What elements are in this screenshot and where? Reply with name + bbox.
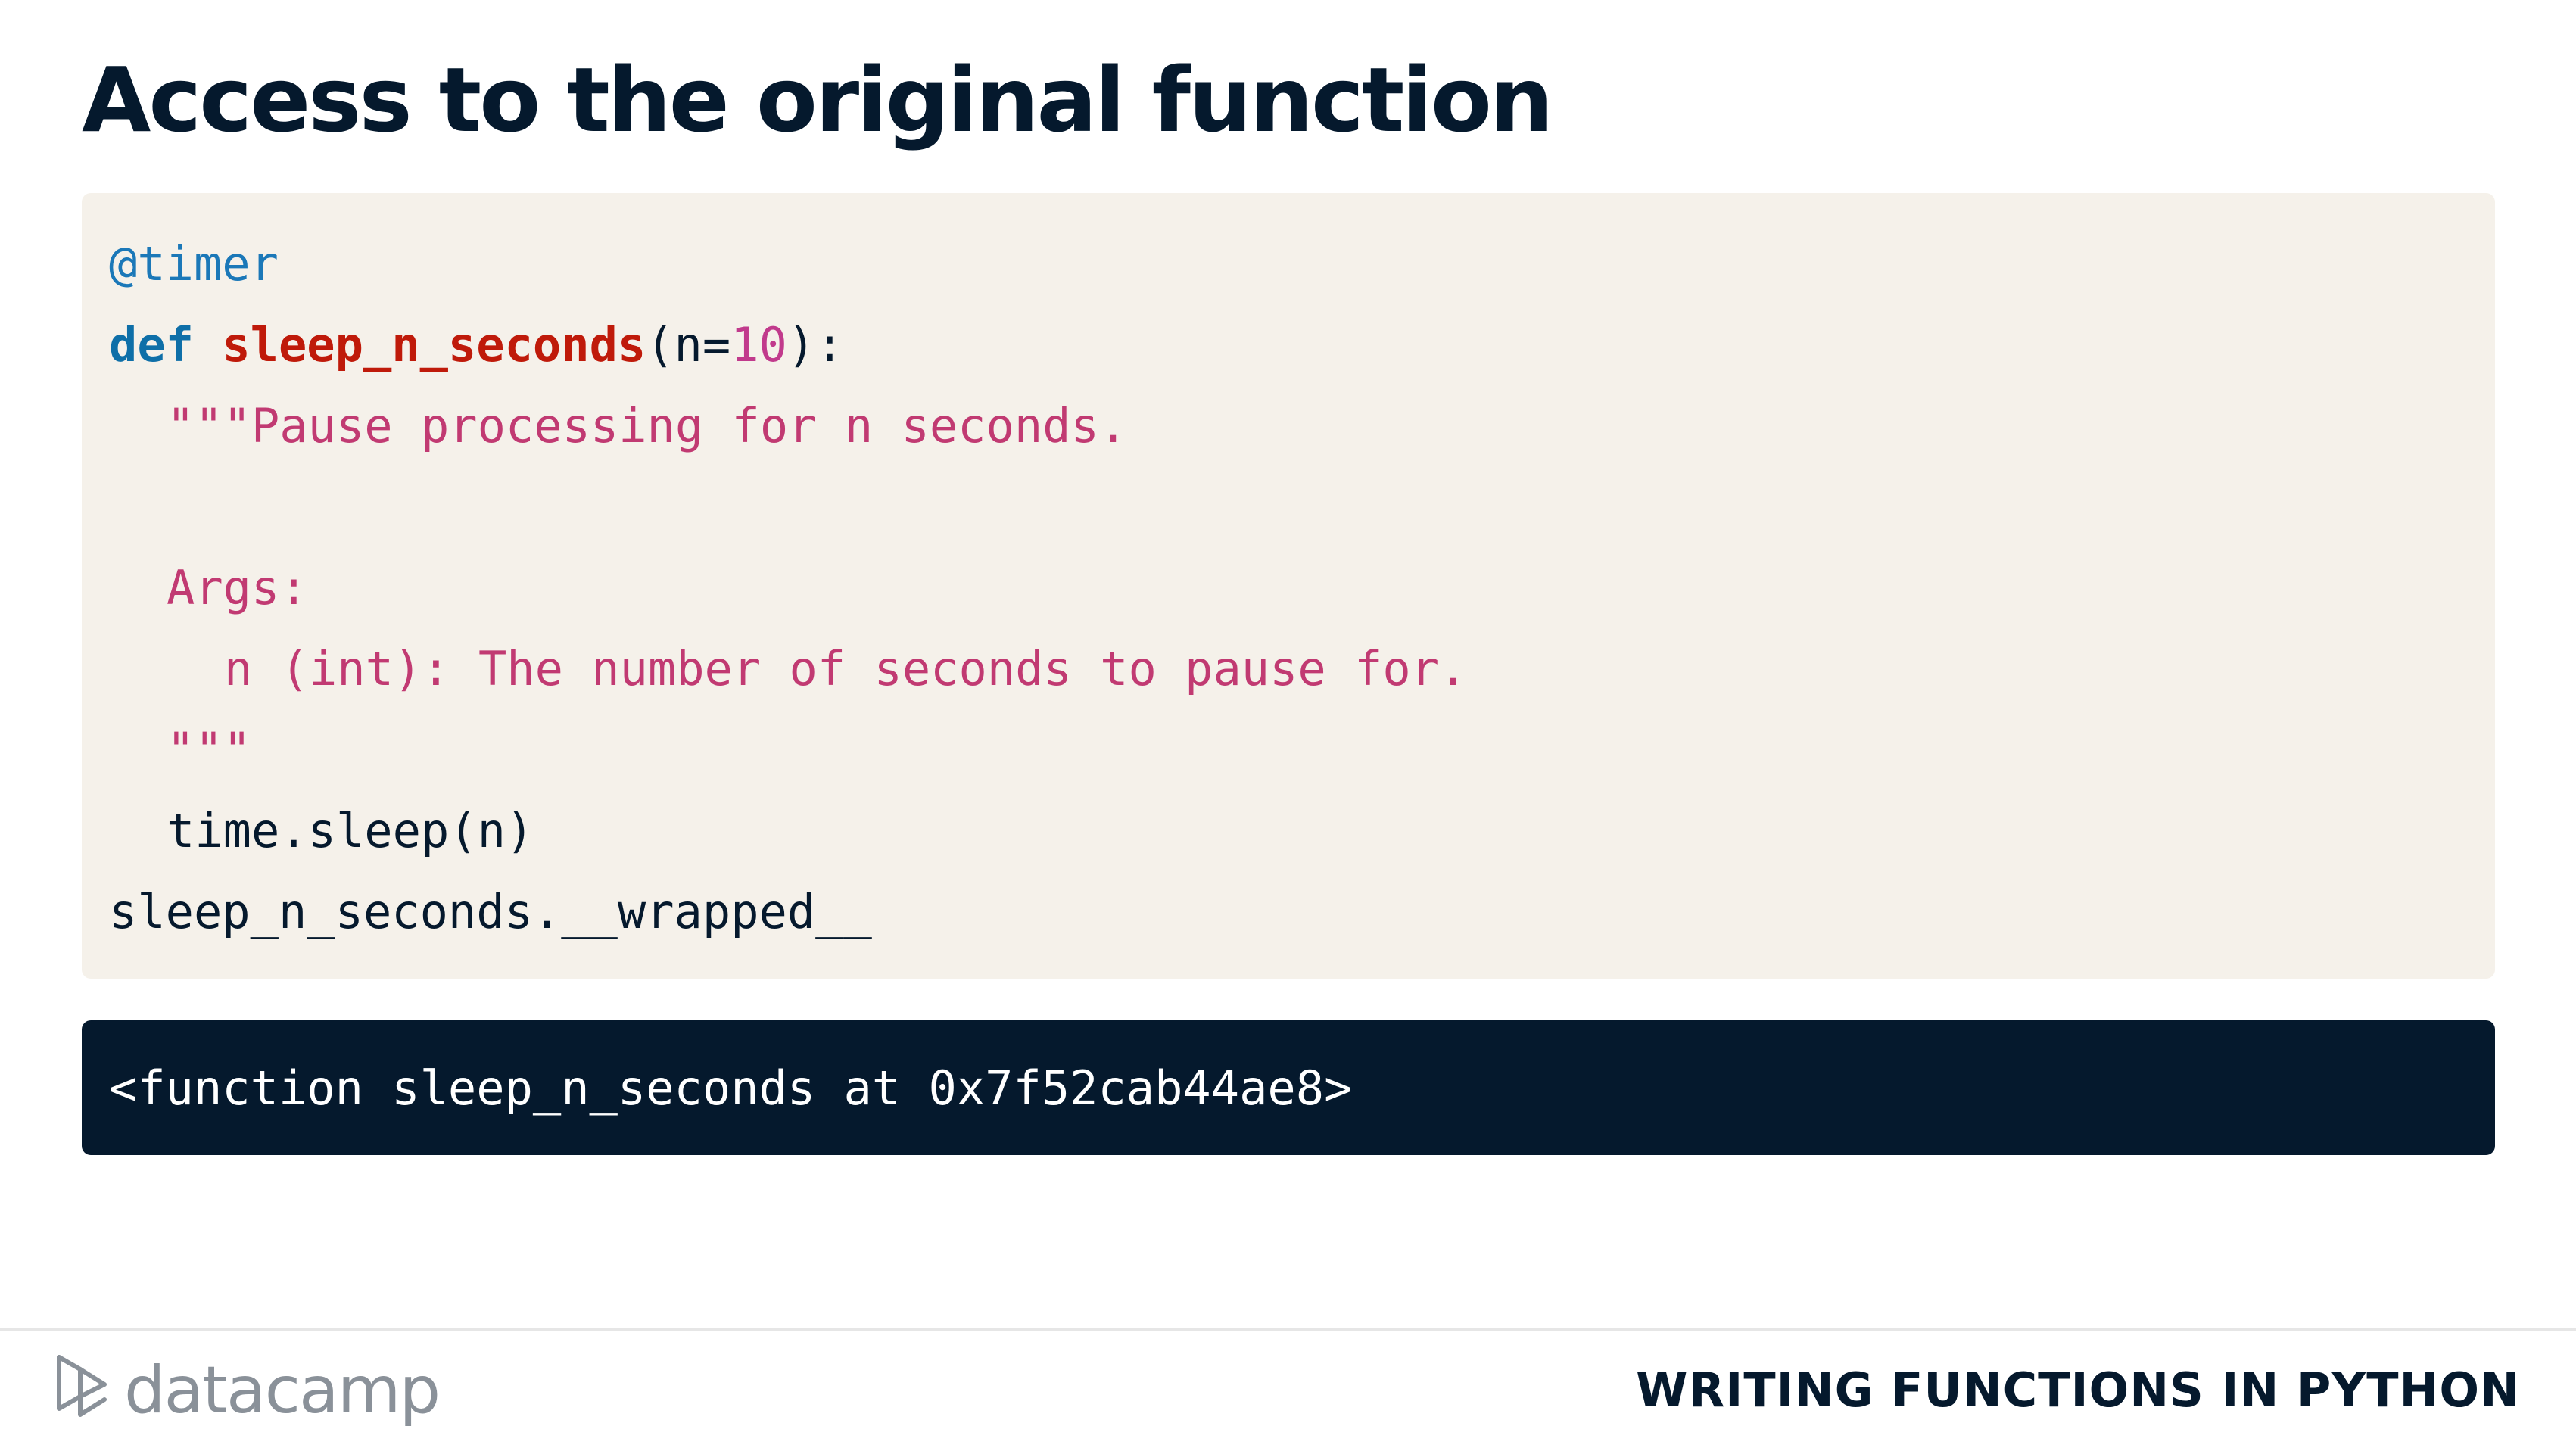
code-line-decorator: @timer [109,223,2495,304]
code-line-sleep-call: time.sleep(n) [167,803,534,858]
datacamp-logo-icon [57,1355,107,1417]
keyword-token: def [109,317,194,372]
output-block: <function sleep_n_seconds at 0x7f52cab44… [82,1020,2495,1155]
code-line-args-heading: Args: [167,560,308,615]
brand-logo: datacamp [53,1349,441,1432]
code-line-docstring-end: """ [167,722,251,777]
brand-name: datacamp [124,1353,441,1428]
code-line-def: def sleep_n_seconds(n=10): [109,304,2495,385]
decorator-token: @timer [109,236,279,291]
param-close-token: ): [787,317,844,372]
slide-title: Access to the original function [82,48,1553,152]
default-value-token: 10 [730,317,787,372]
footer-divider [0,1328,2576,1331]
param-open-token: (n= [646,317,731,372]
code-block: @timer def sleep_n_seconds(n=10): """Pau… [82,193,2495,979]
code-line-arg-description: n (int): The number of seconds to pause … [224,641,1468,696]
course-title: WRITING FUNCTIONS IN PYTHON [1636,1362,2520,1418]
code-line-wrapped-access: sleep_n_seconds.__wrapped__ [109,884,872,939]
output-text: <function sleep_n_seconds at 0x7f52cab44… [109,1060,1353,1116]
function-name-token: sleep_n_seconds [222,317,646,372]
code-line-docstring-start: """Pause processing for n seconds. [167,398,1128,453]
